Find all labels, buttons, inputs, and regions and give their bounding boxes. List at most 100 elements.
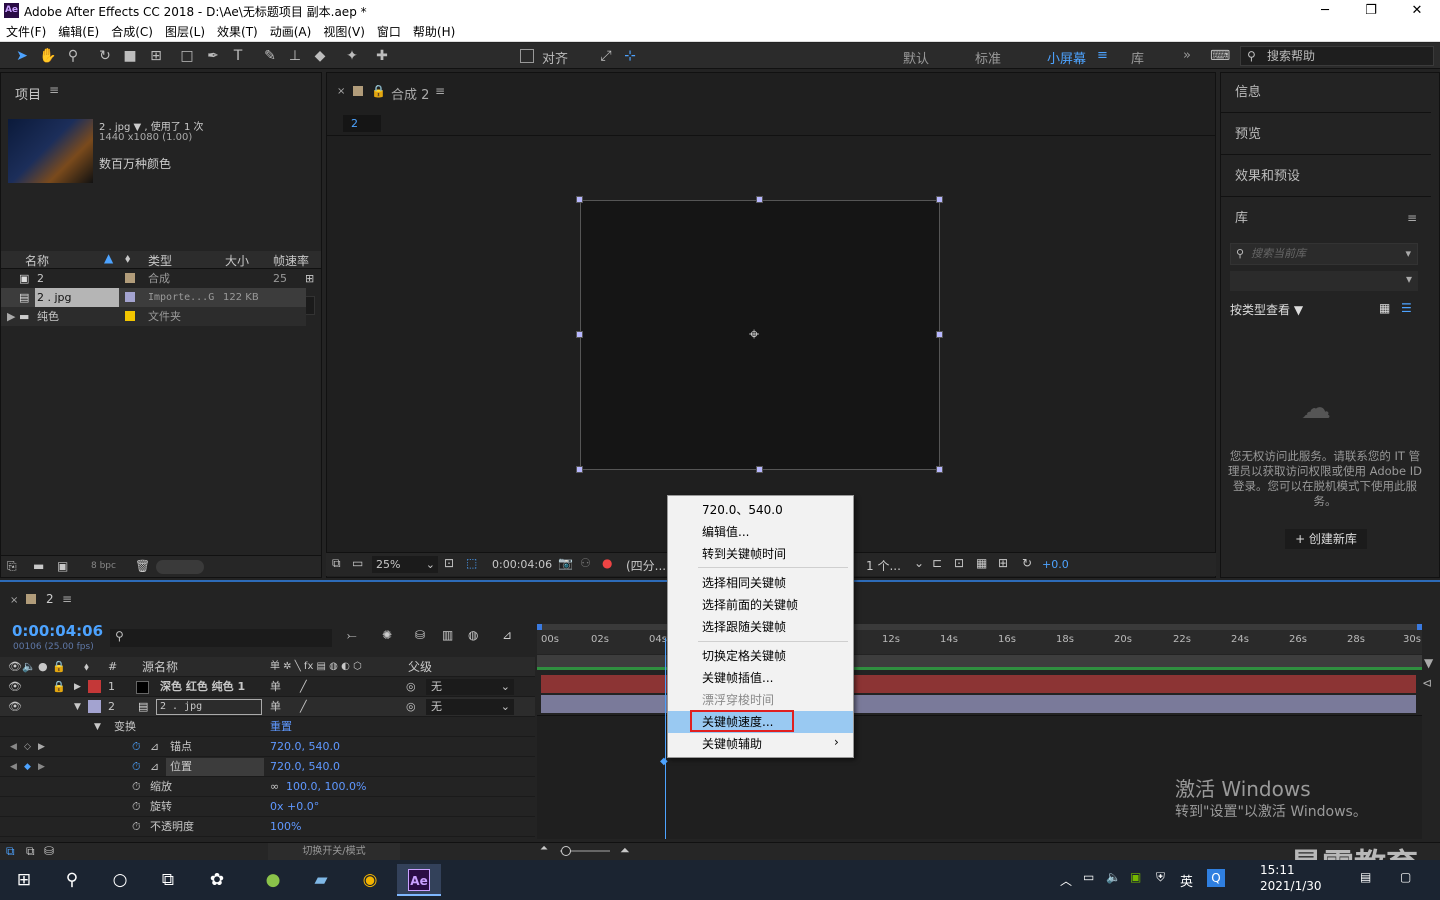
nav-icon[interactable]: ⊲ [1422, 676, 1432, 690]
panel-menu-icon[interactable]: ≡ [435, 84, 445, 98]
close-button[interactable]: ✕ [1394, 0, 1440, 22]
list-item[interactable]: ▶ ▬ 纯色 文件夹 [1, 307, 306, 326]
hand-tool-icon[interactable]: ✋ [38, 46, 58, 66]
col-name[interactable]: 名称 [25, 252, 49, 269]
label-swatch[interactable] [125, 292, 135, 302]
rectangle-tool-icon[interactable]: □ [177, 46, 197, 66]
eye-icon[interactable]: 👁 [8, 677, 22, 697]
property-row[interactable]: ◀ ◆ ▶ ⏱ ⊿ 位置 720.0, 540.0 [0, 757, 535, 777]
col-fps[interactable]: 帧速率 [273, 252, 309, 269]
list-item[interactable]: ▣ 2 合成 25 ⊞ [1, 269, 321, 288]
label-swatch[interactable] [88, 700, 101, 713]
new-folder-icon[interactable]: ▬ [33, 559, 44, 573]
property-row[interactable]: ◀ ◇ ▶ ⏱ ⊿ 锚点 720.0, 540.0 [0, 737, 535, 757]
flowchart-icon[interactable]: ⊞ [305, 269, 314, 288]
transfer-controls-icon[interactable]: ⧉ [26, 844, 35, 859]
property-value[interactable]: 100% [270, 817, 301, 837]
views-dropdown[interactable]: 1 个... [866, 557, 901, 574]
solo-toggle-icon[interactable]: ● [38, 657, 48, 677]
pen-tool-icon[interactable]: ✒ [203, 46, 223, 66]
anchor-point-icon[interactable]: ⌖ [749, 324, 759, 345]
prev-keyframe-icon[interactable]: ◀ [10, 757, 17, 777]
menu-item-select-equal-keyframes[interactable]: 选择相同关键帧 [668, 572, 853, 594]
reset-link[interactable]: 重置 [270, 717, 292, 737]
transform-handle[interactable] [936, 466, 943, 473]
more-workspaces-button[interactable]: » [1183, 48, 1191, 63]
pick-whip-icon[interactable]: ◎ [406, 697, 416, 717]
scroll-end-icon[interactable]: ▼ [1424, 656, 1433, 670]
rotate-tool-icon[interactable]: ↻ [95, 46, 115, 66]
menu-item-keyframe-assistant[interactable]: 关键帧辅助 [668, 733, 853, 755]
action-center-icon[interactable]: ▢ [1400, 870, 1411, 884]
eye-icon[interactable]: 👁 [8, 697, 22, 717]
graph-editor-icon[interactable]: ⊿ [502, 628, 512, 642]
label-icon[interactable]: ⬧ [125, 251, 130, 266]
label-swatch[interactable] [125, 311, 135, 321]
property-row[interactable]: ⏱ 缩放 ∞ 100.0, 100.0% [0, 777, 535, 797]
stopwatch-icon[interactable]: ⏱ [132, 797, 141, 817]
label-icon[interactable]: ⬧ [84, 657, 89, 677]
zoom-dropdown[interactable]: 25% ⌄ [372, 556, 438, 573]
close-tab-icon[interactable]: × [337, 86, 345, 97]
snap-options-icon[interactable]: ⤢ [596, 46, 616, 66]
property-value[interactable]: 720.0, 540.0 [270, 757, 340, 777]
eraser-tool-icon[interactable]: ◆ [310, 46, 330, 66]
info-panel-tab[interactable]: 信息 [1221, 73, 1431, 113]
fit-icon[interactable]: ⊡ [444, 556, 454, 570]
comp-mini-flowchart-icon[interactable]: ⤚ [347, 628, 357, 643]
lock-icon[interactable]: 🔒 [52, 657, 66, 677]
reset-exposure-icon[interactable]: ↻ [1022, 556, 1032, 570]
property-row[interactable]: ⏱ 旋转 0x +0.0° [0, 797, 535, 817]
in-out-icon[interactable]: ⛁ [44, 844, 54, 858]
parent-dropdown[interactable]: 无 ⌄ [426, 679, 514, 695]
graph-icon[interactable]: ⊿ [150, 757, 159, 777]
stopwatch-icon[interactable]: ⏱ [132, 817, 141, 837]
monitor-icon[interactable]: ▭ [352, 556, 363, 570]
pick-whip-icon[interactable]: ◎ [406, 677, 416, 697]
shy-switch[interactable]: 单 [270, 697, 281, 717]
video-toggle-icon[interactable]: 👁 [8, 657, 22, 677]
transform-handle[interactable] [756, 466, 763, 473]
create-library-button[interactable]: + 创建新库 [1285, 529, 1367, 549]
collapse-arrow-icon[interactable]: ▼ [74, 697, 81, 717]
stopwatch-icon[interactable]: ⏱ [132, 777, 141, 797]
chrome-icon[interactable]: ◉ [348, 864, 392, 896]
green-ball-app-icon[interactable]: ● [251, 864, 295, 896]
col-source-name[interactable]: 源名称 [142, 657, 178, 677]
transform-handle[interactable] [756, 196, 763, 203]
menu-effect[interactable]: 效果(T) [211, 22, 264, 42]
stopwatch-icon[interactable]: ⏱ [132, 737, 141, 757]
channel-icon[interactable]: ● [602, 556, 612, 570]
prev-keyframe-icon[interactable]: ◀ [10, 737, 17, 757]
property-value[interactable]: 720.0, 540.0 [270, 737, 340, 757]
menu-edit[interactable]: 编辑(E) [52, 22, 105, 42]
network-icon[interactable]: ▭ [1083, 870, 1094, 884]
timeline-tab-title[interactable]: 2 [46, 592, 54, 606]
label-swatch[interactable] [88, 680, 101, 693]
transparency-grid-icon[interactable]: ▦ [976, 556, 987, 570]
roto-brush-tool-icon[interactable]: ✦ [342, 46, 362, 66]
clock-date[interactable]: 2021/1/30 [1260, 879, 1322, 893]
always-preview-icon[interactable]: ⧉ [332, 556, 341, 571]
composition-canvas[interactable] [580, 200, 940, 470]
lock-icon[interactable]: 🔒 [371, 84, 386, 98]
expand-arrow-icon[interactable]: ▶ [74, 677, 81, 697]
motion-blur-icon[interactable]: ◍ [468, 628, 478, 642]
current-time-indicator[interactable] [665, 638, 666, 839]
transform-handle[interactable] [936, 196, 943, 203]
shy-layers-icon[interactable]: ⛁ [415, 628, 425, 642]
clock-time[interactable]: 15:11 [1260, 863, 1295, 877]
snapshot-icon[interactable]: 📷 [558, 556, 573, 570]
new-composition-icon[interactable]: ▣ [57, 559, 68, 573]
transform-group-row[interactable]: ▼ 变换 重置 [0, 717, 535, 737]
col-parent[interactable]: 父级 [408, 657, 432, 677]
show-snapshot-icon[interactable]: ⚇ [580, 556, 591, 570]
after-effects-taskbar-icon[interactable]: Ae [397, 864, 441, 896]
menu-item-toggle-hold-keyframe[interactable]: 切换定格关键帧 [668, 645, 853, 667]
resolution-icon[interactable]: ⬚ [466, 556, 477, 570]
workspace-default[interactable]: 默认 [903, 48, 929, 67]
library-dropdown[interactable]: ▾ [1230, 271, 1418, 291]
property-value[interactable]: 100.0, 100.0% [286, 777, 366, 797]
minimize-button[interactable]: ─ [1302, 0, 1348, 22]
notes-icon[interactable]: ▤ [1360, 870, 1371, 884]
